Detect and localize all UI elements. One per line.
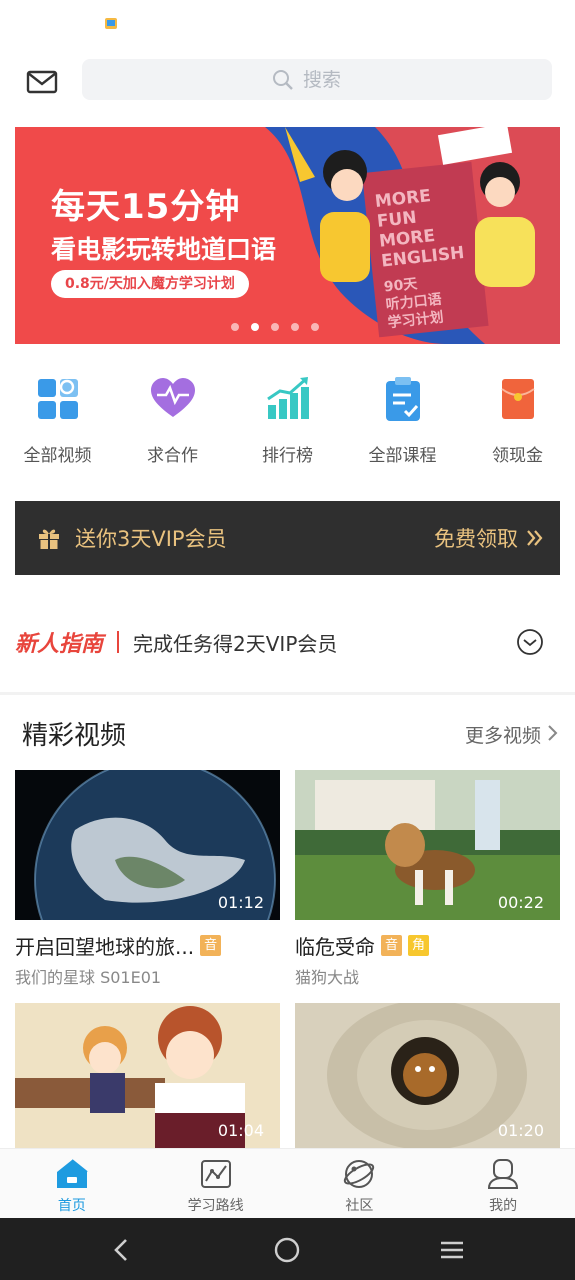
system-nav-bar [0, 1218, 575, 1280]
video-thumbnail[interactable]: 01:20 [295, 1003, 560, 1148]
quick-nav-cash[interactable]: 领现金 [460, 375, 575, 475]
video-duration: 01:12 [217, 893, 264, 912]
search-bar[interactable] [82, 59, 552, 100]
app-notification-icon [105, 18, 117, 29]
more-videos-link[interactable]: 更多视频 [465, 721, 541, 748]
ranking-chart-icon [266, 377, 309, 419]
newbie-guide[interactable]: 新人指南 完成任务得2天VIP会员 [15, 620, 560, 664]
tab-profile[interactable]: 我的 [431, 1149, 575, 1218]
audio-badge: 音 [381, 934, 402, 956]
status-bar [0, 0, 575, 48]
vip-claim-button[interactable]: 免费领取 [434, 523, 518, 553]
clipboard-check-icon [385, 377, 420, 421]
video-thumbnail[interactable]: 01:12 [15, 770, 280, 920]
quick-nav-all-videos[interactable]: 全部视频 [0, 375, 115, 475]
section-divider [0, 692, 575, 695]
video-title: 开启回望地球的旅... [15, 934, 195, 959]
double-chevron-right-icon [527, 530, 543, 546]
tab-community[interactable]: 社区 [288, 1149, 432, 1218]
expand-circle-icon[interactable] [516, 628, 544, 656]
tab-label: 社区 [345, 1198, 374, 1214]
route-icon [200, 1160, 231, 1188]
tab-label: 学习路线 [187, 1198, 244, 1214]
banner-subline: 看电影玩转地道口语 [51, 235, 277, 264]
role-badge: 角 [408, 934, 429, 956]
banner-dot-active [251, 323, 259, 331]
planet-icon [344, 1160, 375, 1188]
tab-learning-path[interactable]: 学习路线 [144, 1149, 288, 1218]
featured-videos-header: 精彩视频 更多视频 [0, 712, 575, 756]
promo-banner[interactable]: MORE FUN MORE ENGLISH 90天 听力口语 学习计划 每天15… [15, 127, 560, 344]
quick-nav-label: 排行榜 [262, 446, 313, 466]
video-thumbnail[interactable]: 00:22 [295, 770, 560, 920]
divider [117, 631, 120, 653]
home-icon [56, 1159, 88, 1188]
video-duration: 01:04 [217, 1121, 264, 1140]
video-subtitle: 我们的星球 S01E01 [15, 968, 162, 987]
vip-promo-bar[interactable]: 送你3天VIP会员 免费领取 [15, 501, 560, 575]
back-icon[interactable] [108, 1236, 136, 1264]
video-card[interactable]: 00:22 临危受命 音 角 猫狗大战 [295, 770, 560, 988]
home-circle-icon[interactable] [273, 1236, 301, 1264]
banner-dot [291, 323, 299, 331]
top-bar [0, 58, 575, 102]
banner-dot [231, 323, 239, 331]
banner-dot [271, 323, 279, 331]
quick-nav-label: 求合作 [147, 446, 198, 466]
tab-home[interactable]: 首页 [0, 1149, 144, 1218]
video-subtitle: 猫狗大战 [295, 968, 360, 987]
quick-nav-cooperate[interactable]: 求合作 [115, 375, 230, 475]
video-grid-icon [37, 379, 78, 419]
tab-label: 我的 [489, 1198, 518, 1214]
search-icon [273, 69, 293, 90]
video-duration: 00:22 [497, 893, 544, 912]
bottom-tab-bar: 首页 学习路线 社区 我的 [0, 1148, 575, 1218]
red-envelope-icon [500, 379, 535, 419]
banner-headline: 每天15分钟 [51, 187, 241, 227]
newbie-guide-task: 完成任务得2天VIP会员 [133, 631, 338, 656]
chevron-right-icon[interactable] [545, 724, 561, 742]
banner-dot [311, 323, 319, 331]
banner-cta-pill[interactable]: 0.8元/天加入魔方学习计划 [51, 270, 249, 298]
mail-icon[interactable] [24, 64, 60, 96]
video-card[interactable]: 01:04 [15, 1003, 280, 1148]
quick-nav-ranking[interactable]: 排行榜 [230, 375, 345, 475]
banner-pagination [231, 323, 319, 331]
video-card[interactable]: 01:12 开启回望地球的旅... 音 我们的星球 S01E01 [15, 770, 280, 988]
video-duration: 01:20 [497, 1121, 544, 1140]
menu-icon[interactable] [438, 1236, 466, 1264]
search-input[interactable] [303, 68, 363, 91]
quick-nav: 全部视频 求合作 排行榜 全部课程 领现金 [0, 375, 575, 475]
heart-pulse-icon [150, 378, 195, 417]
user-icon [488, 1159, 519, 1189]
quick-nav-label: 领现金 [492, 446, 543, 466]
quick-nav-label: 全部视频 [23, 446, 92, 466]
tab-label: 首页 [57, 1198, 86, 1214]
newbie-guide-tag: 新人指南 [15, 632, 104, 657]
quick-nav-label: 全部课程 [368, 446, 437, 466]
vip-promo-text: 送你3天VIP会员 [75, 527, 227, 551]
gift-icon [39, 529, 59, 549]
section-title: 精彩视频 [22, 721, 127, 751]
video-card[interactable]: 01:20 [295, 1003, 560, 1148]
audio-badge: 音 [200, 934, 222, 956]
video-thumbnail[interactable]: 01:04 [15, 1003, 280, 1148]
quick-nav-all-courses[interactable]: 全部课程 [345, 375, 460, 475]
video-title: 临危受命 [295, 934, 375, 959]
